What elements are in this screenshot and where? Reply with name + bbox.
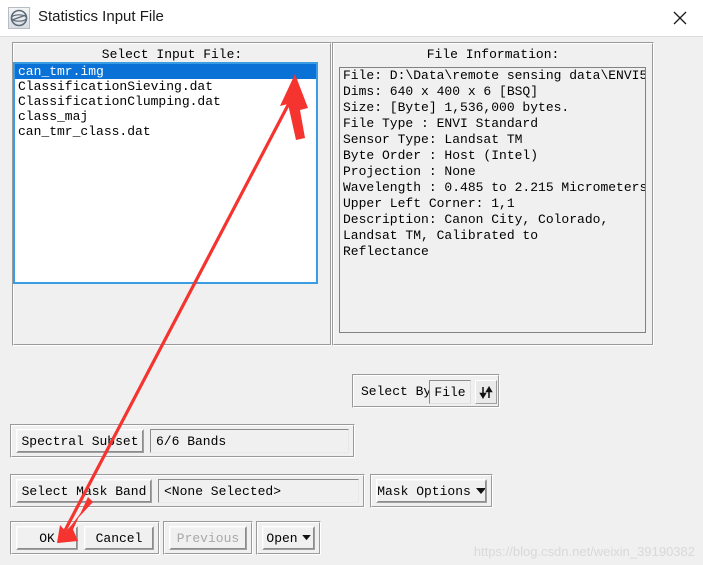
previous-button-label: Previous bbox=[176, 530, 240, 546]
file-list-item[interactable]: can_tmr.img bbox=[15, 64, 316, 79]
file-information-line: Wavelength : 0.485 to 2.215 Micrometers bbox=[343, 180, 646, 195]
spectral-subset-button[interactable]: Spectral Subset bbox=[16, 429, 144, 453]
file-information-title: File Information: bbox=[426, 47, 560, 62]
close-glyph bbox=[673, 11, 687, 25]
file-information-line: Byte Order : Host (Intel) bbox=[343, 148, 539, 163]
spectral-subset-value[interactable]: 6/6 Bands bbox=[150, 429, 349, 453]
file-list-item[interactable]: class_maj bbox=[15, 109, 316, 124]
file-information-line: Projection : None bbox=[343, 164, 476, 179]
file-information-line: Sensor Type: Landsat TM bbox=[343, 132, 523, 147]
file-list[interactable]: can_tmr.img ClassificationSieving.dat Clas… bbox=[13, 62, 318, 284]
file-information-line: Reflectance bbox=[343, 244, 429, 259]
select-mask-band-button[interactable]: Select Mask Band bbox=[16, 479, 152, 503]
envi-app-icon bbox=[8, 7, 30, 29]
select-input-file-title: Select Input File: bbox=[101, 47, 243, 62]
cancel-button[interactable]: Cancel bbox=[84, 526, 154, 550]
file-information-panel: File Information: File: D:\Data\remote s… bbox=[332, 42, 654, 346]
spectral-subset-button-label: Spectral Subset bbox=[21, 433, 139, 449]
mask-options-button[interactable]: Mask Options bbox=[376, 479, 487, 503]
file-information-text: File: D:\Data\remote sensing data\ENVI5.… bbox=[339, 67, 646, 333]
window-title: Statistics Input File bbox=[38, 8, 164, 25]
select-mask-band-button-label: Select Mask Band bbox=[21, 483, 147, 499]
up-down-arrows-glyph bbox=[479, 385, 493, 399]
mask-options-button-label: Mask Options bbox=[377, 483, 471, 499]
file-information-line: Dims: 640 x 400 x 6 [BSQ] bbox=[343, 84, 539, 99]
caret-down-icon bbox=[475, 487, 486, 494]
file-list-item[interactable]: ClassificationClumping.dat bbox=[15, 94, 316, 109]
previous-button[interactable]: Previous bbox=[169, 526, 247, 550]
title-bar: Statistics Input File bbox=[0, 0, 703, 37]
select-by-label: Select By bbox=[361, 384, 432, 399]
file-information-line: Landsat TM, Calibrated to bbox=[343, 228, 539, 243]
select-by-group: Select By File bbox=[352, 374, 500, 408]
file-list-item[interactable]: ClassificationSieving.dat bbox=[15, 79, 316, 94]
ok-button[interactable]: OK bbox=[16, 526, 78, 550]
mask-band-value-text: <None Selected> bbox=[164, 483, 282, 499]
cancel-button-label: Cancel bbox=[95, 530, 143, 546]
watermark: https://blog.csdn.net/weixin_39190382 bbox=[473, 544, 695, 559]
open-button[interactable]: Open bbox=[262, 526, 315, 550]
caret-down-icon bbox=[301, 535, 311, 541]
file-information-line: File Type : ENVI Standard bbox=[343, 116, 539, 131]
file-information-line: File: D:\Data\remote sensing data\ENVI5.… bbox=[343, 68, 646, 83]
open-button-label: Open bbox=[266, 530, 298, 546]
up-down-arrows-icon[interactable] bbox=[475, 380, 497, 404]
spectral-subset-value-text: 6/6 Bands bbox=[156, 433, 227, 449]
file-list-item[interactable]: can_tmr_class.dat bbox=[15, 124, 316, 139]
ok-button-label: OK bbox=[39, 530, 55, 546]
file-information-line: Description: Canon City, Colorado, bbox=[343, 212, 609, 227]
select-by-value[interactable]: File bbox=[429, 380, 471, 404]
file-information-line: Upper Left Corner: 1,1 bbox=[343, 196, 515, 211]
mask-band-value[interactable]: <None Selected> bbox=[158, 479, 359, 503]
file-information-line: Size: [Byte] 1,536,000 bytes. bbox=[343, 100, 570, 115]
close-icon[interactable] bbox=[657, 0, 703, 36]
